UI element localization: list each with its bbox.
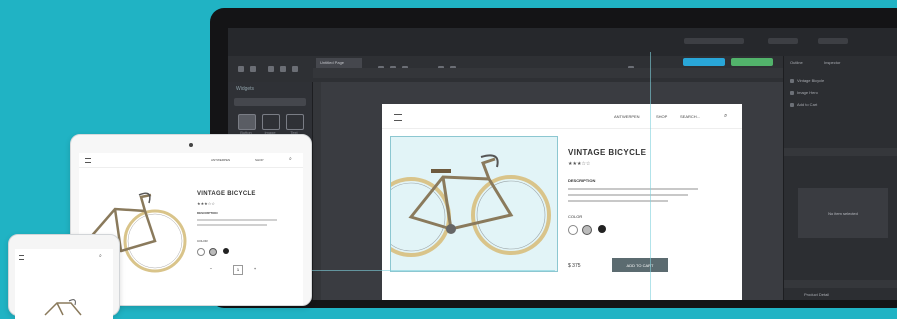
menu-icon[interactable] [85,158,91,163]
redo-icon[interactable] [250,66,256,72]
quantity-field[interactable]: 1 [233,265,243,275]
tree-item[interactable]: Image Hero [790,90,818,98]
search-icon[interactable]: ⌕ [724,113,727,120]
tree-item[interactable]: Add to Cart [790,102,817,110]
phone-screen: ⌕ [15,249,113,319]
layer-icon [790,78,794,83]
cut-icon[interactable] [268,66,274,72]
color-label: COLOR [568,214,583,219]
button-widget[interactable] [238,114,256,130]
layer-icon [790,102,794,107]
undo-icon[interactable] [238,66,244,72]
menu-icon[interactable] [19,255,24,260]
description-text-line [568,188,698,190]
image-widget[interactable] [262,114,280,130]
tablet-brand: ANTWERPEN [211,158,231,162]
color-swatch-gray[interactable] [582,225,592,235]
color-label: COLOR [197,239,208,243]
tablet-nav-link[interactable]: SHOP [255,158,264,162]
user-menu[interactable] [768,38,798,44]
layer-icon [790,90,794,95]
color-swatch-black[interactable] [598,225,606,233]
text-widget[interactable] [286,114,304,130]
product-title: VINTAGE BICYCLE [568,148,647,157]
tree-item[interactable]: Vintage Bicycle [790,78,824,86]
mock-search[interactable]: SEARCH... [680,114,700,119]
color-swatch-gray[interactable] [209,248,217,256]
mock-brand: ANTWERPEN [614,114,640,119]
tree-item-label: Vintage Bicycle [797,78,825,83]
copy-icon[interactable] [280,66,286,72]
project-name [684,38,744,44]
empty-selection-message: No item selected [798,188,888,238]
paste-icon[interactable] [292,66,298,72]
product-title: VINTAGE BICYCLE [197,191,256,197]
mock-navbar: ANTWERPEN SHOP SEARCH... ⌕ [382,104,742,129]
layer-item[interactable]: Product Detail [804,292,829,300]
search-icon[interactable]: ⌕ [289,156,292,162]
preview-button[interactable] [683,58,725,66]
properties-header [784,148,897,156]
price-label: $ 375 [568,263,581,269]
layers-header [784,280,897,288]
publish-button[interactable] [731,58,773,66]
horizontal-ruler [313,68,783,78]
quantity-decrement[interactable]: − [207,265,215,273]
description-text-line [197,224,267,226]
description-text-line [568,200,668,202]
vertical-guide [650,52,651,300]
document-tab[interactable]: Untitled Page [316,58,362,68]
description-text-line [197,219,277,221]
quantity-increment[interactable]: + [251,265,259,273]
tablet-navbar: ANTWERPEN SHOP ⌕ [79,153,303,168]
outline-tab[interactable]: Outline [790,60,803,68]
widgets-panel-title: Widgets [236,86,255,92]
color-swatch-white[interactable] [568,225,578,235]
phone-device: ⌕ [8,234,120,319]
bicycle-image [371,154,551,257]
help-menu[interactable] [818,38,848,44]
description-label: DESCRIPTION [568,178,596,183]
vertical-ruler [313,82,321,300]
color-swatch-black[interactable] [223,248,229,254]
menu-icon[interactable] [394,114,402,121]
widget-search-input[interactable] [234,98,306,106]
add-to-cart-button[interactable]: ADD TO CART [612,258,668,272]
description-text-line [568,194,688,196]
tree-item-label: Image Hero [797,90,818,95]
selected-image-frame[interactable] [371,136,558,272]
title-bar [228,28,897,56]
description-label: DESCRIPTION [197,211,218,215]
inspector-tab[interactable]: Inspector [824,60,840,68]
inspector-panel: Outline Inspector Vintage Bicycle Image … [783,56,897,300]
search-icon[interactable]: ⌕ [99,253,102,259]
rating-stars: ★★★☆☆ [568,161,591,167]
color-swatch-white[interactable] [197,248,205,256]
mock-nav-link[interactable]: SHOP [656,114,667,119]
bicycle-image [44,299,82,316]
tree-item-label: Add to Cart [797,102,818,107]
camera-icon [189,143,193,147]
rating-stars: ★★★☆☆ [197,201,215,206]
